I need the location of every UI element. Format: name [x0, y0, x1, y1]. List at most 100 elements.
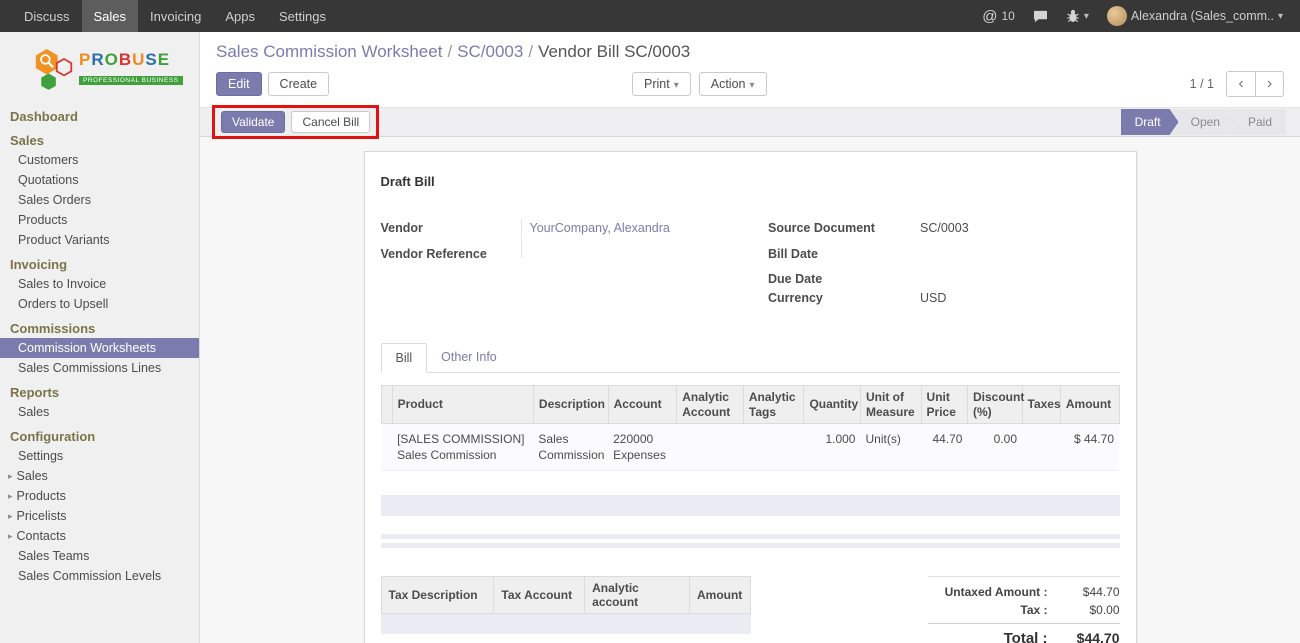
sidebar-header-reports[interactable]: Reports	[0, 378, 199, 402]
sidebar-item-products[interactable]: Products	[0, 210, 199, 230]
sidebar-item-sales-commissions-lines[interactable]: Sales Commissions Lines	[0, 358, 199, 378]
sidebar-item-product-variants[interactable]: Product Variants	[0, 230, 199, 250]
status-draft[interactable]: Draft	[1121, 109, 1179, 135]
menu-label: Apps	[225, 9, 255, 24]
menu-apps[interactable]: Apps	[213, 0, 267, 32]
sidebar-item-label: Commission Worksheets	[18, 341, 156, 355]
sidebar-header-sales[interactable]: Sales	[0, 126, 199, 150]
row-handle	[381, 424, 392, 471]
messages-button[interactable]	[1024, 0, 1057, 32]
caret-down-icon: ▾	[1278, 11, 1283, 22]
pager-previous-button[interactable]: ‹	[1226, 71, 1255, 97]
status-open[interactable]: Open	[1171, 109, 1236, 135]
field-groups: Vendor YourCompany, Alexandra Vendor Ref…	[381, 219, 1120, 309]
currency-value: USD	[912, 289, 1120, 308]
cell-taxes	[1022, 424, 1060, 471]
handle-column-header	[381, 386, 392, 424]
validate-button[interactable]: Validate	[221, 111, 285, 133]
user-menu[interactable]: Alexandra (Sales_comm.. ▾	[1098, 0, 1292, 32]
sidebar-item-customers[interactable]: Customers	[0, 150, 199, 170]
sidebar-header-commissions[interactable]: Commissions	[0, 314, 199, 338]
sidebar-header-dashboard[interactable]: Dashboard	[0, 102, 199, 126]
empty-line-stripe	[381, 495, 1120, 516]
sidebar-item-config-products[interactable]: ▸Products	[0, 486, 199, 506]
sidebar-item-label: Customers	[18, 153, 78, 167]
sidebar-item-sales-to-invoice[interactable]: Sales to Invoice	[0, 274, 199, 294]
pager-next-button[interactable]: ›	[1255, 71, 1284, 97]
mention-icon: @	[982, 8, 997, 25]
sidebar-item-quotations[interactable]: Quotations	[0, 170, 199, 190]
column-header-quantity: Quantity	[804, 386, 861, 424]
currency-label: Currency	[768, 289, 912, 307]
sidebar-item-sales-teams[interactable]: Sales Teams	[0, 546, 199, 566]
sidebar-header-label: Reports	[10, 385, 59, 400]
edit-button[interactable]: Edit	[216, 72, 262, 96]
due-date-value	[912, 264, 1120, 283]
menu-sales[interactable]: Sales	[82, 0, 139, 32]
control-panel: Sales Commission Worksheet/SC/0003/Vendo…	[200, 32, 1300, 107]
menu-invoicing[interactable]: Invoicing	[138, 0, 213, 32]
sidebar-item-config-pricelists[interactable]: ▸ Pricelists	[0, 506, 199, 526]
sidebar-item-sales-commission-levels[interactable]: Sales Commission Levels	[0, 566, 199, 586]
tax-lines-panel: Tax Description Tax Account Analytic acc…	[381, 576, 751, 643]
tax-header-row: Tax Description Tax Account Analytic acc…	[381, 577, 750, 614]
sidebar-item-label: Pricelists	[17, 509, 67, 523]
breadcrumb-link[interactable]: SC/0003	[457, 42, 523, 61]
create-button[interactable]: Create	[268, 72, 330, 96]
sidebar-item-orders-to-upsell[interactable]: Orders to Upsell	[0, 294, 199, 314]
form-sheet: Draft Bill Vendor YourCompany, Alexandra…	[364, 151, 1137, 643]
total-label: Total :	[1004, 630, 1048, 643]
sidebar-item-sales-orders[interactable]: Sales Orders	[0, 190, 199, 210]
cell-quantity: 1.000	[804, 424, 861, 471]
totals-panel: Untaxed Amount : $44.70 Tax : $0.00 Tota…	[928, 576, 1120, 643]
sidebar-item-config-sales[interactable]: ▸Sales	[0, 466, 199, 486]
logo-wordmark: PROBUSE	[79, 51, 183, 70]
due-date-label: Due Date	[768, 270, 912, 288]
menu-settings[interactable]: Settings	[267, 0, 338, 32]
mentions-button[interactable]: @ 10	[973, 0, 1024, 32]
cancel-bill-button[interactable]: Cancel Bill	[291, 111, 370, 133]
status-label: Paid	[1248, 115, 1272, 129]
sidebar-item-config-contacts[interactable]: ▸Contacts	[0, 526, 199, 546]
vendor-value[interactable]: YourCompany, Alexandra	[521, 219, 751, 238]
source-document-label: Source Document	[768, 219, 912, 237]
tab-bill[interactable]: Bill	[381, 343, 428, 373]
avatar	[1107, 6, 1127, 26]
pager-counter: 1 / 1	[1190, 77, 1214, 91]
sidebar-item-label: Quotations	[18, 173, 78, 187]
vendor-label: Vendor	[381, 219, 521, 237]
sidebar-item-commission-worksheets[interactable]: Commission Worksheets	[0, 338, 199, 358]
debug-button[interactable]: ▾	[1057, 0, 1098, 32]
menu-label: Invoicing	[150, 9, 201, 24]
sidebar-item-label: Settings	[18, 449, 63, 463]
sidebar-item-label: Sales to Invoice	[18, 277, 106, 291]
sidebar-menu: Dashboard Sales Customers Quotations Sal…	[0, 102, 199, 586]
tax-label: Tax :	[1020, 603, 1047, 617]
menu-label: Discuss	[24, 9, 70, 24]
notebook-tabs: Bill Other Info	[381, 343, 1120, 373]
chevron-right-icon: ▸	[8, 511, 13, 522]
column-header-unit-of-measure: Unit of Measure	[860, 386, 921, 424]
sidebar-header-invoicing[interactable]: Invoicing	[0, 250, 199, 274]
sidebar-item-settings[interactable]: Settings	[0, 446, 199, 466]
pager: 1 / 1 ‹ ›	[1190, 71, 1284, 97]
tab-other-info[interactable]: Other Info	[427, 343, 511, 372]
sidebar-header-configuration[interactable]: Configuration	[0, 422, 199, 446]
sidebar-item-label: Sales Teams	[18, 549, 89, 563]
chevron-right-icon: ▸	[8, 531, 13, 542]
sidebar-item-reports-sales[interactable]: Sales	[0, 402, 199, 422]
action-dropdown-button[interactable]: Action▾	[699, 72, 767, 96]
breadcrumb-separator: /	[442, 42, 457, 61]
status-paid[interactable]: Paid	[1228, 109, 1286, 135]
caret-down-icon: ▾	[674, 80, 679, 91]
sidebar-item-label: Sales Orders	[18, 193, 91, 207]
annotation-box: Validate Cancel Bill	[212, 105, 379, 139]
table-row[interactable]: [SALES COMMISSION] Sales Commission Sale…	[381, 424, 1119, 471]
print-label: Print	[644, 77, 670, 91]
breadcrumb-link[interactable]: Sales Commission Worksheet	[216, 42, 442, 61]
cell-description: Sales Commission	[533, 424, 608, 471]
column-header-unit-price: Unit Price	[921, 386, 967, 424]
sidebar-item-label: Orders to Upsell	[18, 297, 108, 311]
menu-discuss[interactable]: Discuss	[12, 0, 82, 32]
print-dropdown-button[interactable]: Print ▾	[632, 72, 691, 96]
